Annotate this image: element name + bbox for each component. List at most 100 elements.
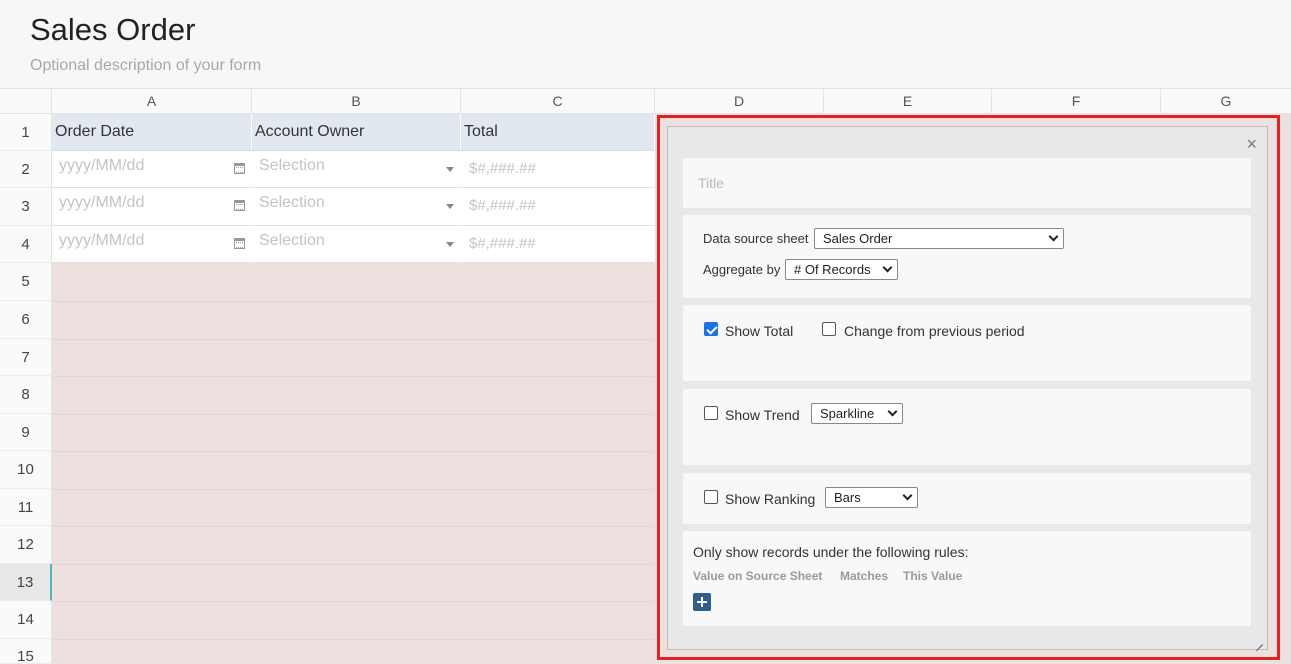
row-number[interactable]: 5 (0, 263, 52, 301)
row-number[interactable]: 3 (0, 188, 52, 226)
row-number[interactable]: 4 (0, 226, 52, 263)
selection-placeholder: Selection (259, 157, 325, 174)
rules-section: Only show records under the following ru… (683, 531, 1251, 626)
row-number[interactable]: 11 (0, 489, 52, 526)
trend-type-value: Sparkline (820, 406, 875, 421)
chevron-down-icon (902, 490, 913, 501)
empty-cells-column-b[interactable] (252, 263, 461, 664)
title-section (683, 158, 1251, 208)
empty-cells-column-a[interactable] (52, 263, 252, 664)
row-number-active[interactable]: 13 (0, 564, 52, 601)
data-source-value: Sales Order (823, 231, 893, 246)
aggregate-select[interactable]: # Of Records (785, 259, 898, 280)
row-number[interactable]: 8 (0, 376, 52, 414)
account-owner-select[interactable]: Selection (252, 188, 461, 226)
close-icon[interactable]: × (1246, 135, 1257, 153)
date-placeholder: yyyy/MM/dd (59, 194, 145, 211)
ranking-type-select[interactable]: Bars (825, 487, 918, 508)
date-placeholder: yyyy/MM/dd (59, 157, 145, 174)
column-header-e[interactable]: E (824, 89, 992, 114)
chevron-down-icon (887, 406, 898, 417)
caret-down-icon[interactable] (446, 204, 454, 209)
row-number[interactable]: 9 (0, 414, 52, 451)
total-input[interactable]: $#,###.## (461, 151, 655, 188)
aggregate-label: Aggregate by (703, 262, 781, 277)
show-ranking-section: Show Ranking Bars (683, 473, 1251, 524)
row-number[interactable]: 2 (0, 151, 52, 188)
data-source-section: Data source sheet Sales Order Aggregate … (683, 215, 1251, 298)
account-owner-select[interactable]: Selection (252, 151, 461, 188)
currency-placeholder: $#,###.## (469, 197, 536, 214)
selection-placeholder: Selection (259, 194, 325, 211)
empty-cells-column-c[interactable] (461, 263, 655, 664)
caret-down-icon[interactable] (446, 167, 454, 172)
gridline (52, 414, 655, 415)
order-date-input[interactable]: yyyy/MM/dd (52, 226, 252, 263)
currency-placeholder: $#,###.## (469, 235, 536, 252)
column-header-f[interactable]: F (992, 89, 1161, 114)
form-description[interactable]: Optional description of your form (30, 57, 261, 75)
show-total-checkbox[interactable] (704, 322, 718, 336)
table-header-total[interactable]: Total (461, 114, 655, 151)
change-from-previous-checkbox[interactable] (822, 322, 836, 336)
form-title[interactable]: Sales Order (30, 12, 195, 48)
gridline (52, 376, 655, 377)
row-number[interactable]: 1 (0, 114, 52, 151)
chart-settings-panel: × Data source sheet Sales Order Aggregat… (667, 126, 1268, 650)
title-input[interactable] (683, 158, 1251, 207)
row-number[interactable]: 15 (0, 639, 52, 664)
table-header-account-owner[interactable]: Account Owner (252, 114, 461, 151)
change-from-previous-label: Change from previous period (844, 323, 1025, 339)
ranking-type-value: Bars (834, 490, 861, 505)
gridline (52, 489, 655, 490)
gridline (52, 564, 655, 565)
data-source-select[interactable]: Sales Order (814, 228, 1064, 249)
aggregate-value: # Of Records (794, 262, 871, 277)
trend-type-select[interactable]: Sparkline (811, 403, 903, 424)
row-number[interactable]: 14 (0, 601, 52, 639)
show-trend-section: Show Trend Sparkline (683, 389, 1251, 465)
add-rule-button[interactable] (693, 593, 711, 611)
column-header-g[interactable]: G (1161, 89, 1291, 114)
sheet-form-view: Sales Order Optional description of your… (0, 0, 1291, 664)
gridline (52, 301, 655, 302)
caret-down-icon[interactable] (446, 242, 454, 247)
account-owner-select[interactable]: Selection (252, 226, 461, 263)
gridline (52, 339, 655, 340)
data-source-label: Data source sheet (703, 231, 809, 246)
rules-column-value: This Value (903, 569, 963, 583)
table-header-order-date[interactable]: Order Date (52, 114, 252, 151)
chevron-down-icon (1048, 231, 1059, 242)
show-trend-label: Show Trend (725, 407, 800, 423)
calendar-icon[interactable] (234, 163, 245, 174)
row-number[interactable]: 6 (0, 301, 52, 339)
row-number[interactable]: 12 (0, 526, 52, 564)
row-number[interactable]: 7 (0, 339, 52, 376)
column-header-b[interactable]: B (252, 89, 461, 114)
total-input[interactable]: $#,###.## (461, 188, 655, 226)
column-header-d[interactable]: D (655, 89, 824, 114)
gridline (52, 451, 655, 452)
calendar-icon[interactable] (234, 238, 245, 249)
show-ranking-checkbox[interactable] (704, 490, 718, 504)
gridline (52, 639, 655, 640)
row-number[interactable]: 10 (0, 451, 52, 489)
order-date-input[interactable]: yyyy/MM/dd (52, 188, 252, 226)
corner-cell[interactable] (0, 89, 52, 114)
column-header-c[interactable]: C (461, 89, 655, 114)
show-total-section: Show Total Change from previous period (683, 305, 1251, 381)
calendar-icon[interactable] (234, 200, 245, 211)
selection-placeholder: Selection (259, 232, 325, 249)
form-header: Sales Order Optional description of your… (0, 0, 1291, 88)
order-date-input[interactable]: yyyy/MM/dd (52, 151, 252, 188)
gridline (52, 601, 655, 602)
gridline (52, 526, 655, 527)
chevron-down-icon (882, 262, 893, 273)
show-ranking-label: Show Ranking (725, 491, 816, 507)
total-input[interactable]: $#,###.## (461, 226, 655, 263)
show-total-label: Show Total (725, 323, 794, 339)
resize-handle-icon[interactable] (1254, 636, 1264, 646)
column-header-a[interactable]: A (52, 89, 252, 114)
show-trend-checkbox[interactable] (704, 406, 718, 420)
date-placeholder: yyyy/MM/dd (59, 232, 145, 249)
